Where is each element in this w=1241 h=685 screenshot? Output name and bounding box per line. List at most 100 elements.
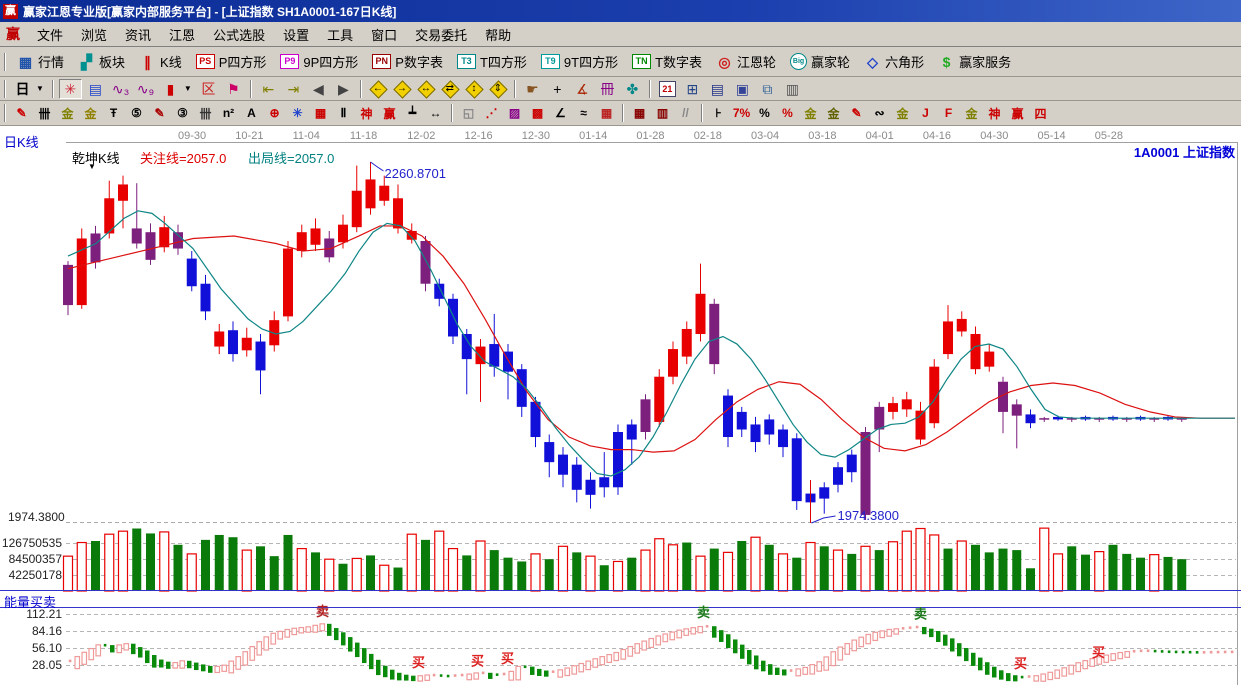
pencilflag-button[interactable]: ✎ <box>846 104 867 123</box>
zoom-left-icon[interactable]: ← <box>367 79 389 99</box>
menu-item-6[interactable]: 设置 <box>274 23 318 46</box>
grid4-button[interactable]: ▥ <box>652 104 673 123</box>
info-list-icon[interactable]: ▤ <box>84 79 107 99</box>
grid2-button[interactable]: ▦ <box>596 104 617 123</box>
angleying-button[interactable]: 赢 <box>1007 104 1028 123</box>
winner-wheel-button[interactable]: Big赢家轮 <box>784 49 856 74</box>
five-tool-button[interactable]: ⑤ <box>126 104 147 123</box>
web-button[interactable]: ✳ <box>287 104 308 123</box>
flag-icon[interactable]: ⚑ <box>222 79 245 99</box>
region-icon[interactable]: 区 <box>197 79 220 99</box>
first-page-icon[interactable]: ⇤ <box>257 79 280 99</box>
last-page-icon[interactable]: ⇥ <box>282 79 305 99</box>
shen-button[interactable]: 神 <box>356 104 377 123</box>
wave-button[interactable]: ≈ <box>573 104 594 123</box>
gold-gate2-button[interactable]: 金 <box>80 104 101 123</box>
kline-button[interactable]: ∥K线 <box>133 49 188 74</box>
boxcorner-button[interactable]: ◱ <box>458 104 479 123</box>
menu-item-3[interactable]: 资讯 <box>116 23 160 46</box>
menu-item-5[interactable]: 公式选股 <box>204 23 274 46</box>
menu-item-2[interactable]: 浏览 <box>72 23 116 46</box>
smart-tool-icon[interactable]: ✤ <box>621 79 644 99</box>
kline-type-caret-icon[interactable]: ▼ <box>88 162 96 171</box>
menu-item-10[interactable]: 帮助 <box>476 23 520 46</box>
pane-label[interactable]: 日K线 <box>4 132 39 151</box>
crosshair-icon[interactable]: + <box>546 79 569 99</box>
menu-item-7[interactable]: 工具 <box>318 23 362 46</box>
v-expand-icon[interactable]: ↕ <box>463 79 485 99</box>
pct-button[interactable]: % <box>754 104 775 123</box>
calculator-icon[interactable]: ⊞ <box>681 79 704 99</box>
pct7-button[interactable]: 7% <box>731 104 752 123</box>
width-button[interactable]: ↔ <box>425 104 446 123</box>
angle-button[interactable]: ∠ <box>550 104 571 123</box>
anglef-button[interactable]: F <box>938 104 959 123</box>
hand-tool-icon[interactable]: ☛ <box>521 79 544 99</box>
wave9-icon[interactable]: ∿₉ <box>134 79 157 99</box>
gold2-button[interactable]: 金 <box>892 104 913 123</box>
gold-gate1-button[interactable]: 金 <box>57 104 78 123</box>
pencil-button[interactable]: ✎ <box>11 104 32 123</box>
wavea-button[interactable]: ∾ <box>869 104 890 123</box>
wave3-icon[interactable]: ∿₃ <box>109 79 132 99</box>
copy-icon[interactable]: ⧉ <box>756 79 779 99</box>
count-button[interactable]: ⊦ <box>708 104 729 123</box>
chart-area[interactable]: 09-3010-2111-0411-1812-0212-1612-3001-14… <box>0 126 1241 685</box>
pattern-tool-icon[interactable]: 冊 <box>596 79 619 99</box>
angleshen-button[interactable]: 神 <box>984 104 1005 123</box>
p-square-button[interactable]: PSP四方形 <box>190 49 273 74</box>
menu-item-4[interactable]: 江恩 <box>160 23 204 46</box>
h-compress-icon[interactable]: ⇄ <box>439 79 461 99</box>
p-table-button[interactable]: PNP数字表 <box>366 49 449 74</box>
zoom-right-icon[interactable]: → <box>391 79 413 99</box>
9p-square-button[interactable]: P99P四方形 <box>274 49 364 74</box>
period-selector[interactable]: 日▼ <box>11 79 47 99</box>
next-icon[interactable]: ▶ <box>332 79 355 99</box>
calendar-icon[interactable]: 21 <box>656 79 679 99</box>
save-icon[interactable]: ▣ <box>731 79 754 99</box>
pencil2-button[interactable]: ✎ <box>149 104 170 123</box>
goldcircle-button[interactable]: 金 <box>800 104 821 123</box>
hash-button[interactable]: 卌 <box>195 104 216 123</box>
a-line-button[interactable]: A <box>241 104 262 123</box>
n2-button[interactable]: n² <box>218 104 239 123</box>
gann-wheel-button[interactable]: ◎江恩轮 <box>710 49 782 74</box>
sectors-button[interactable]: ▞板块 <box>72 49 131 74</box>
service-button[interactable]: $赢家服务 <box>932 49 1017 74</box>
report-icon[interactable]: ▤ <box>706 79 729 99</box>
boxcross-button[interactable]: ▩ <box>527 104 548 123</box>
circle3-button[interactable]: ③ <box>172 104 193 123</box>
fan-button[interactable]: ⋰ <box>481 104 502 123</box>
anglesi-button[interactable]: 四 <box>1030 104 1051 123</box>
energy-indicator-label[interactable]: 能量买卖 <box>4 592 56 611</box>
gridbox-button[interactable]: ▦ <box>310 104 331 123</box>
f-tool-button[interactable]: Ŧ <box>103 104 124 123</box>
gann-web-icon[interactable]: ✳ <box>59 79 82 99</box>
menu-item-1[interactable]: 文件 <box>28 23 72 46</box>
prev-icon[interactable]: ◀ <box>307 79 330 99</box>
v-compress-icon[interactable]: ⇕ <box>487 79 509 99</box>
h-expand-icon[interactable]: ↔ <box>415 79 437 99</box>
quotes-button[interactable]: ▦行情 <box>11 49 70 74</box>
angle-measure-icon[interactable]: ∡ <box>571 79 594 99</box>
hatch-button[interactable]: 卌 <box>34 104 55 123</box>
anglej-button[interactable]: J <box>915 104 936 123</box>
print-icon[interactable]: ▥ <box>781 79 804 99</box>
anglegold-button[interactable]: 金 <box>961 104 982 123</box>
t-table-button[interactable]: TNT数字表 <box>626 49 708 74</box>
menu-item-9[interactable]: 交易委托 <box>406 23 476 46</box>
goldline-button[interactable]: 金 <box>823 104 844 123</box>
ruler-button[interactable]: ┷ <box>402 104 423 123</box>
kmark-button[interactable]: Ⅱ <box>333 104 354 123</box>
candle-style-icon[interactable]: ▮▼ <box>159 79 195 99</box>
menu-item-8[interactable]: 窗口 <box>362 23 406 46</box>
9t-square-button[interactable]: T99T四方形 <box>535 49 624 74</box>
grid3-button[interactable]: ▦ <box>629 104 650 123</box>
cross-circle-button[interactable]: ⊕ <box>264 104 285 123</box>
pctline-button[interactable]: % <box>777 104 798 123</box>
slashes-button[interactable]: // <box>675 104 696 123</box>
ying-button[interactable]: 赢 <box>379 104 400 123</box>
boxdiag-button[interactable]: ▨ <box>504 104 525 123</box>
kline-chart[interactable]: 09-3010-2111-0411-1812-0212-1612-3001-14… <box>0 126 1241 685</box>
hexagon-button[interactable]: ◇六角形 <box>858 49 930 74</box>
